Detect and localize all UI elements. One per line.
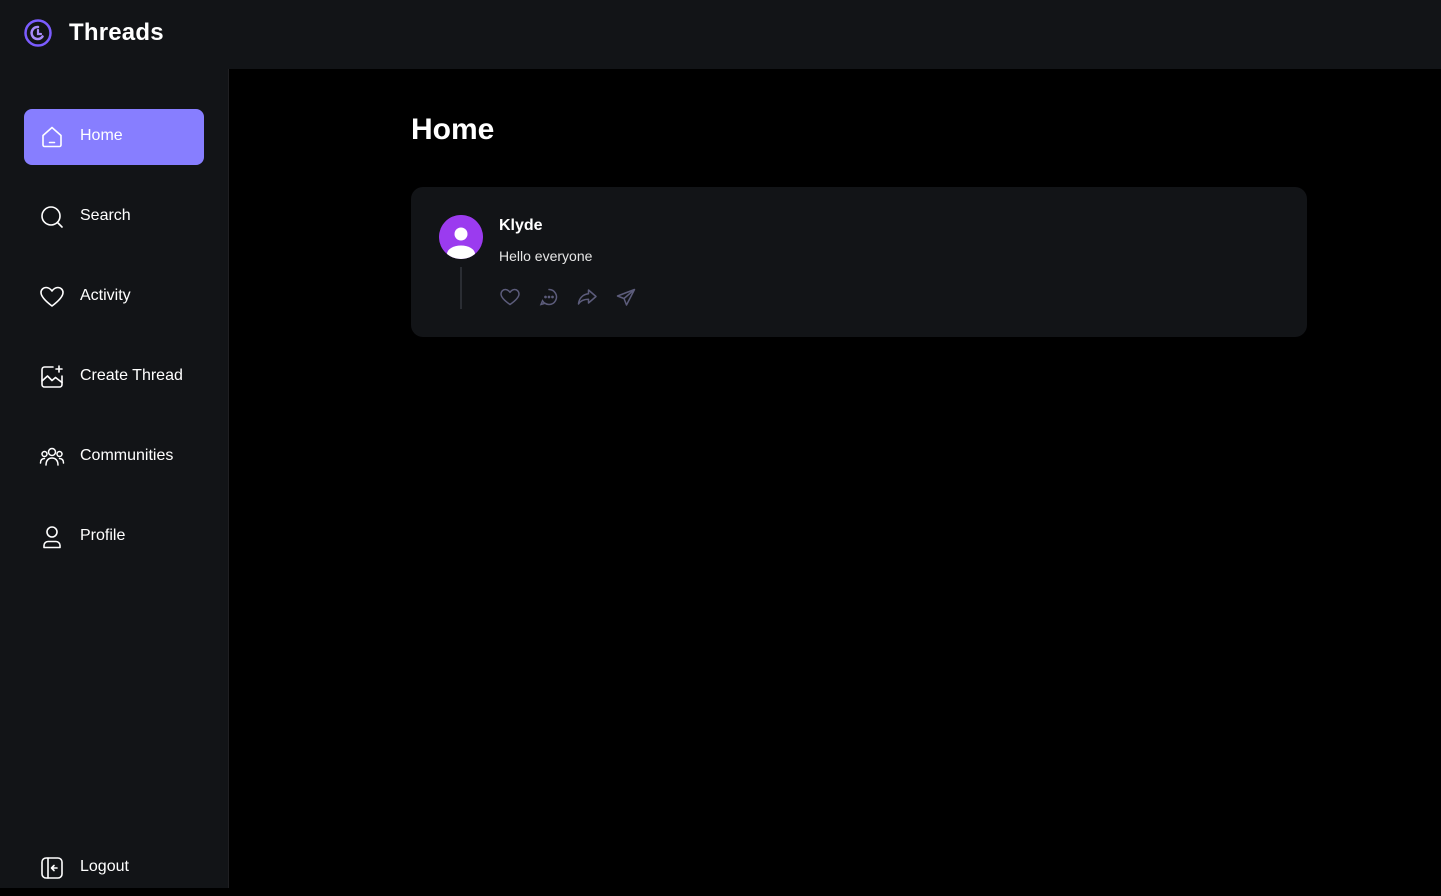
logout-label: Logout xyxy=(80,858,129,875)
home-icon xyxy=(39,124,65,150)
app-title[interactable]: Threads xyxy=(69,19,164,47)
thread-card: Klyde Hello everyone xyxy=(411,187,1307,337)
main-content: Home Klyde Hello everyone xyxy=(229,69,1441,888)
create-thread-icon xyxy=(39,364,65,390)
heart-icon[interactable] xyxy=(499,287,521,307)
sidebar: Home Search Activity Create Thread Commu… xyxy=(0,69,229,888)
sidebar-item-label: Home xyxy=(80,127,123,144)
sidebar-item-label: Search xyxy=(80,207,131,224)
search-icon xyxy=(39,204,65,230)
topbar: Threads xyxy=(0,0,1441,69)
share-icon[interactable] xyxy=(615,287,637,307)
communities-icon xyxy=(39,444,65,470)
heart-icon xyxy=(39,284,65,310)
reply-icon[interactable] xyxy=(538,287,560,307)
repost-icon[interactable] xyxy=(576,287,598,307)
sidebar-item-profile[interactable]: Profile xyxy=(24,509,204,565)
avatar[interactable] xyxy=(439,215,483,259)
sidebar-item-label: Create Thread xyxy=(80,367,183,384)
thread-content: Hello everyone xyxy=(499,248,593,264)
sidebar-item-label: Activity xyxy=(80,287,131,304)
sidebar-item-label: Profile xyxy=(80,527,126,544)
logo-icon[interactable] xyxy=(23,18,53,48)
sidebar-item-communities[interactable]: Communities xyxy=(24,429,204,485)
sidebar-item-activity[interactable]: Activity xyxy=(24,269,204,325)
logout-icon xyxy=(39,855,65,881)
sidebar-item-create-thread[interactable]: Create Thread xyxy=(24,349,204,405)
thread-author[interactable]: Klyde xyxy=(499,217,543,235)
profile-icon xyxy=(39,524,65,550)
page-title: Home xyxy=(411,113,495,146)
sidebar-item-label: Communities xyxy=(80,447,174,464)
thread-line xyxy=(460,267,462,309)
sidebar-item-search[interactable]: Search xyxy=(24,189,204,245)
sidebar-item-home[interactable]: Home xyxy=(24,109,204,165)
